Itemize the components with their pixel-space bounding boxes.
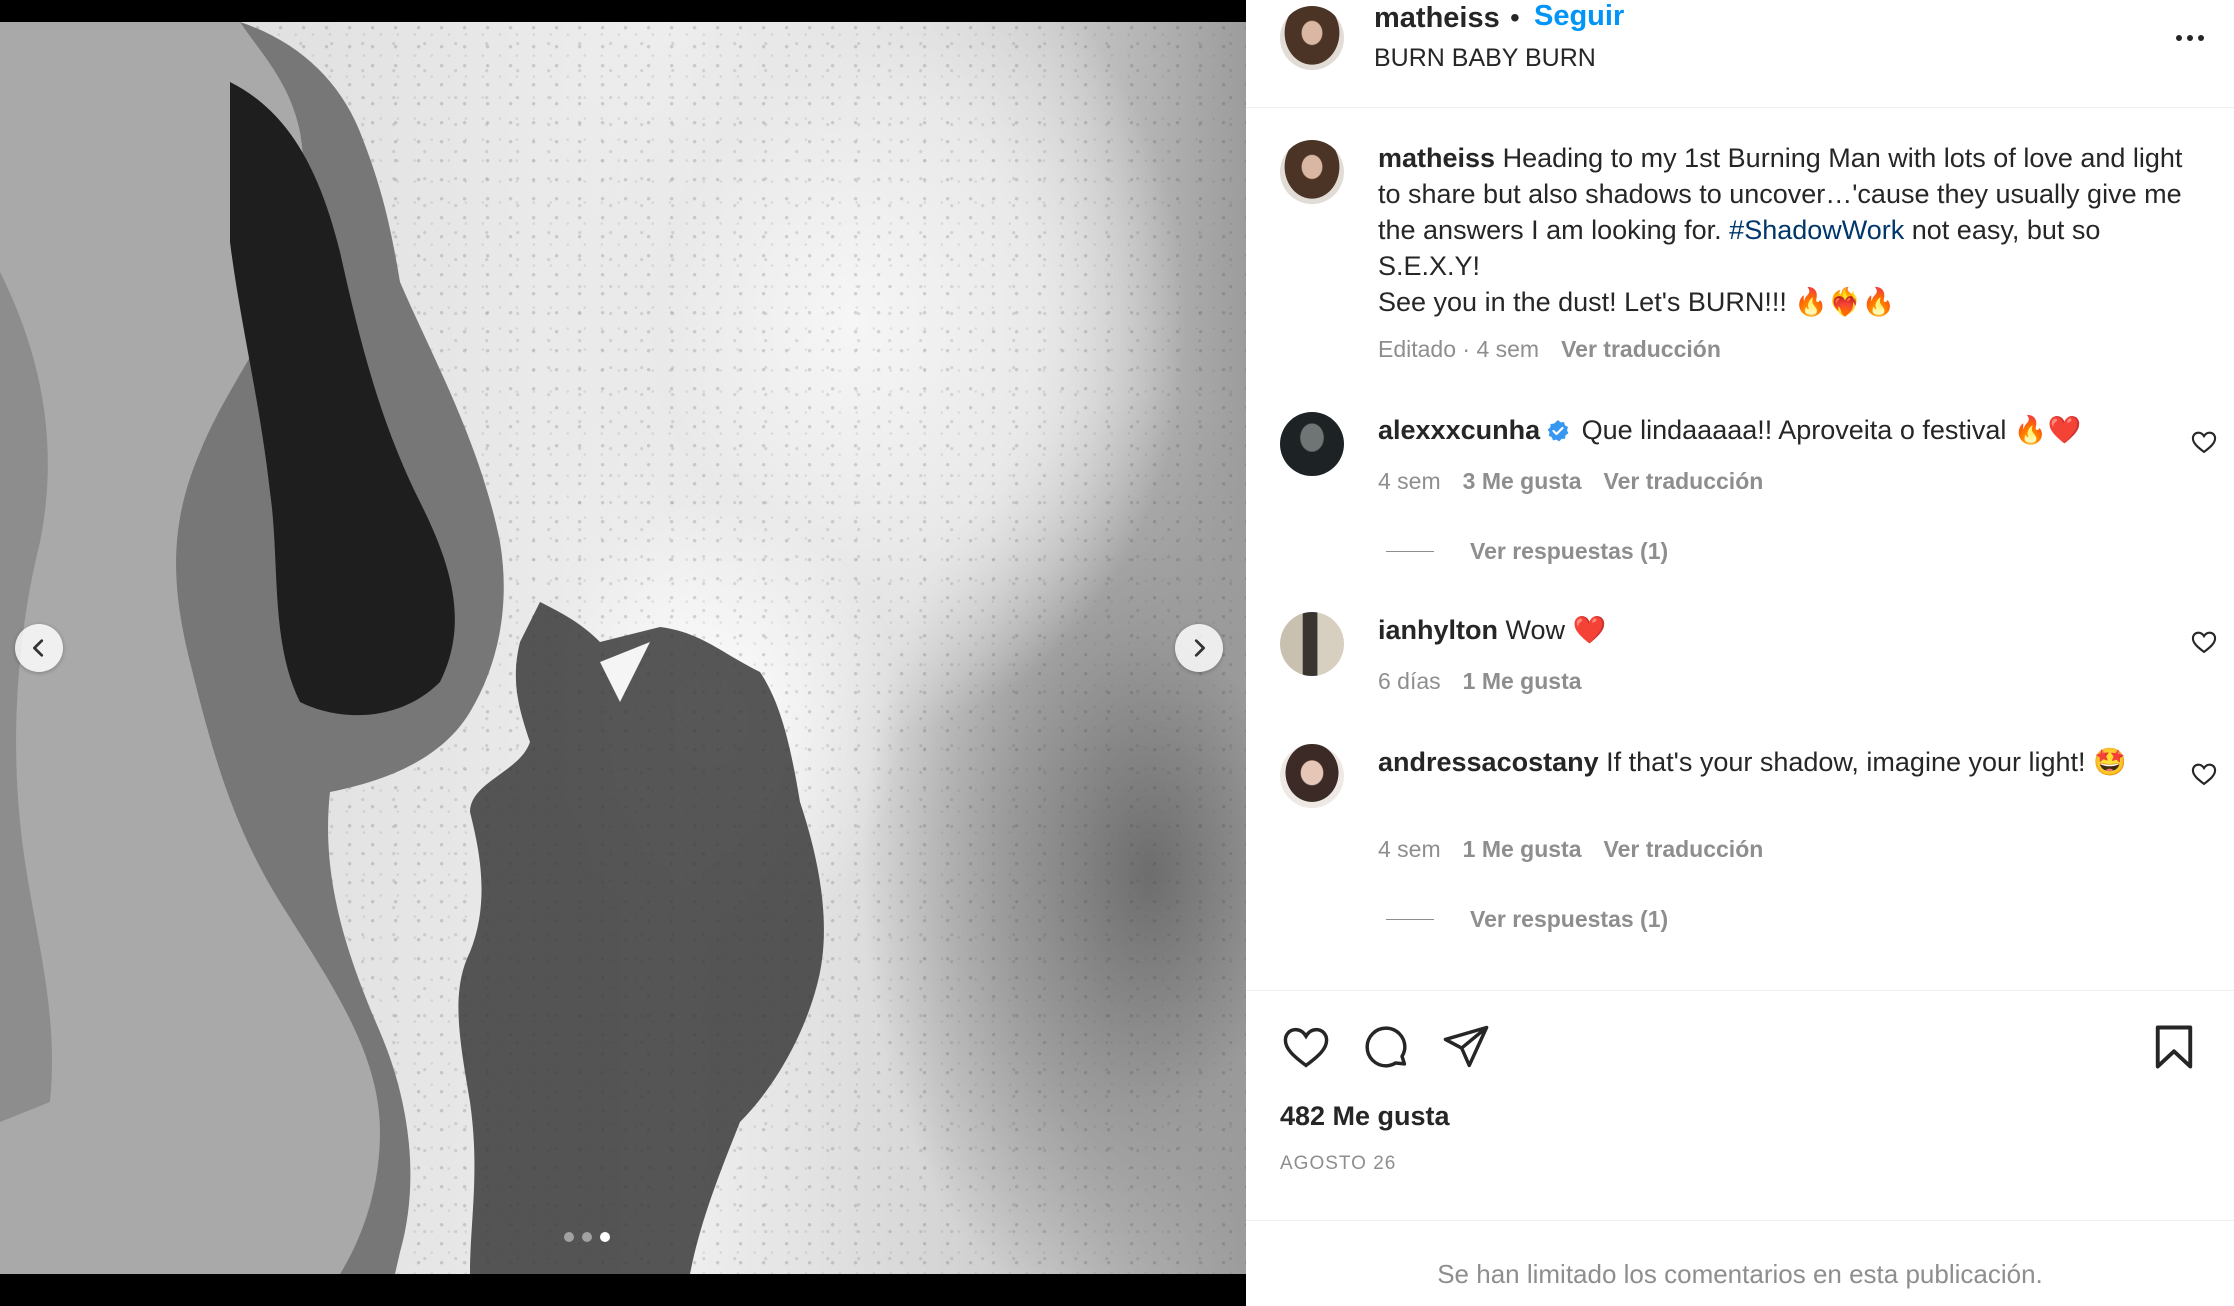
comment-meta: 4 sem 3 Me gusta Ver traducción xyxy=(1378,468,1763,495)
comment-likes-count[interactable]: 1 Me gusta xyxy=(1463,668,1582,694)
comment-body: Que lindaaaaa!! Aproveita o festival 🔥❤️ xyxy=(1574,415,2082,445)
carousel-indicator xyxy=(564,1232,610,1242)
follow-button[interactable]: Seguir xyxy=(1534,0,1624,33)
carousel-dot-3 xyxy=(600,1232,610,1242)
caption-username[interactable]: matheiss xyxy=(1378,143,1495,173)
caption-edited-time: Editado · 4 sem xyxy=(1378,336,1540,362)
carousel-dot-1 xyxy=(564,1232,574,1242)
comment-username[interactable]: ianhylton xyxy=(1378,615,1498,645)
post-header: matheiss • Seguir BURN BABY BURN xyxy=(1246,0,2234,108)
caption-translate-link[interactable]: Ver traducción xyxy=(1561,336,1721,362)
post-caption: matheiss Heading to my 1st Burning Man w… xyxy=(1378,140,2198,320)
heart-icon[interactable] xyxy=(1280,1021,1332,1073)
caption-author-avatar[interactable] xyxy=(1280,140,1344,204)
likes-count[interactable]: 482 Me gusta xyxy=(1280,1101,1450,1132)
carousel-dot-2 xyxy=(582,1232,592,1242)
post-actions: 482 Me gusta AGOSTO 26 xyxy=(1246,990,2234,1220)
chevron-left-icon xyxy=(33,639,44,657)
comment-meta: 4 sem 1 Me gusta Ver traducción xyxy=(1378,836,1763,863)
post-location[interactable]: BURN BABY BURN xyxy=(1374,44,1596,73)
comments-limited-notice: Se han limitado los comentarios en esta … xyxy=(1437,1259,2043,1289)
comment-avatar[interactable] xyxy=(1280,612,1344,676)
more-icon xyxy=(2176,35,2182,41)
carousel-prev-button[interactable] xyxy=(15,624,63,672)
comment-translate-link[interactable]: Ver traducción xyxy=(1604,836,1764,862)
comment-likes-count[interactable]: 1 Me gusta xyxy=(1463,836,1582,862)
comment-item: alexxxcunha Que lindaaaaa!! Aproveita o … xyxy=(1378,412,2138,448)
replies-divider xyxy=(1386,919,1434,920)
comment-time: 6 días xyxy=(1378,668,1441,694)
verified-badge-icon xyxy=(1547,420,1569,442)
comment-like-icon[interactable] xyxy=(2190,628,2218,656)
more-icon-dot xyxy=(2198,35,2204,41)
comment-username[interactable]: andressacostany xyxy=(1378,747,1599,777)
comment-time: 4 sem xyxy=(1378,836,1441,862)
comment-icon[interactable] xyxy=(1360,1021,1412,1073)
view-replies-label: Ver respuestas (1) xyxy=(1470,906,1669,932)
caption-line-2: See you in the dust! Let's BURN!!! 🔥❤️‍🔥… xyxy=(1378,287,1896,317)
post-image xyxy=(0,22,1246,1274)
comment-translate-link[interactable]: Ver traducción xyxy=(1604,468,1764,494)
comment-item: andressacostany If that's your shadow, i… xyxy=(1378,744,2138,780)
comment-like-icon[interactable] xyxy=(2190,760,2218,788)
carousel-next-button[interactable] xyxy=(1175,624,1223,672)
view-replies-button[interactable]: Ver respuestas (1) xyxy=(1386,906,1668,933)
comment-like-icon[interactable] xyxy=(2190,428,2218,456)
post-sidebar: matheiss • Seguir BURN BABY BURN matheis… xyxy=(1246,0,2234,1306)
comment-body: Wow ❤️ xyxy=(1498,615,1607,645)
comment-avatar[interactable] xyxy=(1280,412,1344,476)
header-separator: • xyxy=(1510,2,1520,33)
comment-meta: 6 días 1 Me gusta xyxy=(1378,668,1582,695)
comments-footer: Se han limitado los comentarios en esta … xyxy=(1246,1220,2234,1306)
bookmark-icon[interactable] xyxy=(2148,1021,2200,1073)
view-replies-label: Ver respuestas (1) xyxy=(1470,538,1669,564)
photo-silhouette xyxy=(0,22,824,1274)
comment-avatar[interactable] xyxy=(1280,744,1344,808)
post-date[interactable]: AGOSTO 26 xyxy=(1280,1153,1396,1175)
author-username[interactable]: matheiss xyxy=(1374,2,1500,35)
caption-meta: Editado · 4 sem Ver traducción xyxy=(1378,336,1721,363)
view-replies-button[interactable]: Ver respuestas (1) xyxy=(1386,538,1668,565)
comment-username[interactable]: alexxxcunha xyxy=(1378,415,1540,445)
comment-body: If that's your shadow, imagine your ligh… xyxy=(1598,747,2127,777)
more-options-button[interactable] xyxy=(2168,20,2212,56)
paper-plane-icon[interactable] xyxy=(1440,1021,1492,1073)
comment-likes-count[interactable]: 3 Me gusta xyxy=(1463,468,1582,494)
post-media xyxy=(0,0,1246,1306)
more-icon-dot xyxy=(2187,35,2193,41)
comment-time: 4 sem xyxy=(1378,468,1441,494)
comment-item: ianhylton Wow ❤️ xyxy=(1378,612,2138,648)
hashtag-link[interactable]: #ShadowWork xyxy=(1729,215,1904,245)
chevron-right-icon xyxy=(1194,639,1205,657)
author-avatar[interactable] xyxy=(1280,6,1344,70)
replies-divider xyxy=(1386,551,1434,552)
